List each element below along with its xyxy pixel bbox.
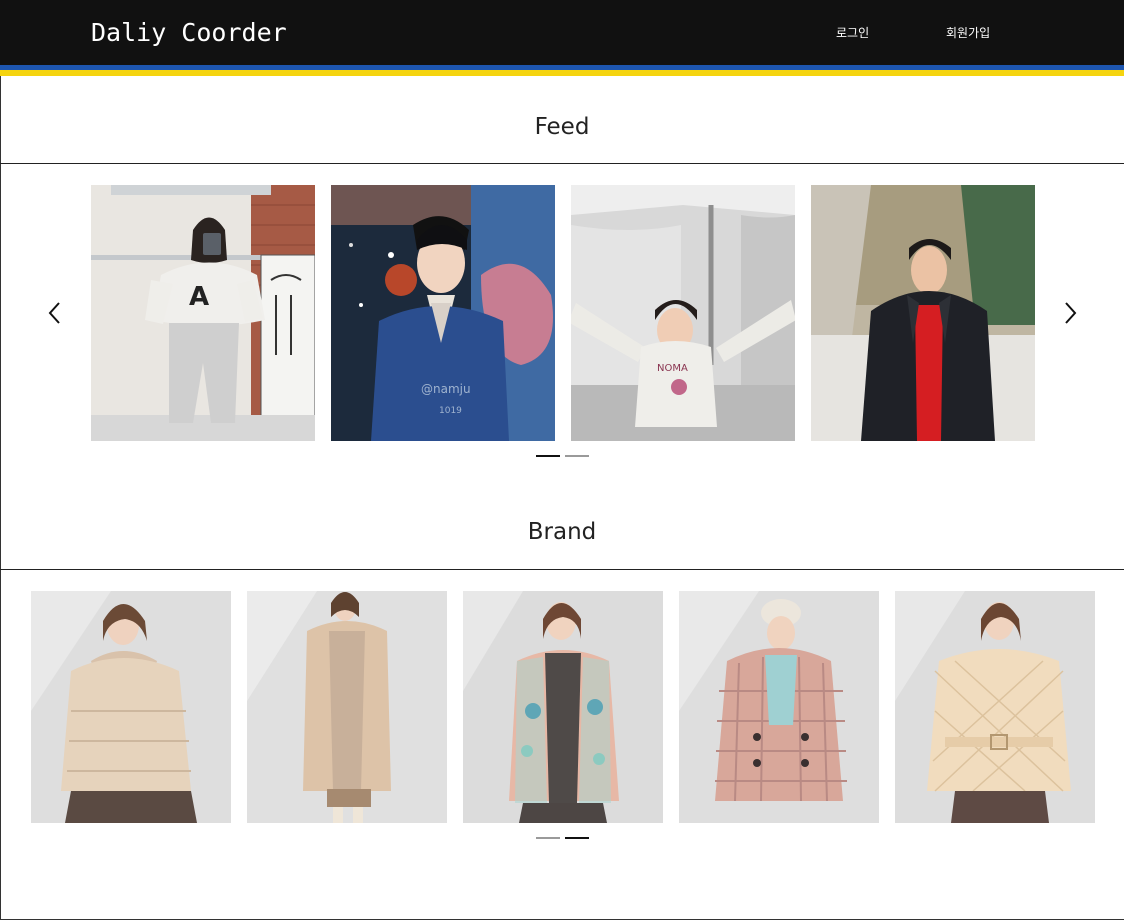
beige-long-parka-photo: [247, 591, 447, 823]
signup-link[interactable]: 회원가입: [946, 24, 990, 41]
floral-cardigan-photo: [463, 591, 663, 823]
brand-photo-5[interactable]: [895, 591, 1095, 823]
brand-divider: [0, 569, 1124, 570]
feed-dot-1[interactable]: [536, 455, 560, 457]
man-black-parka-photo: [811, 185, 1035, 441]
woman-white-hoodie-photo: A: [91, 185, 315, 441]
feed-photo-1[interactable]: A: [91, 185, 315, 441]
feed-divider: [0, 163, 1124, 164]
photo-watermark-number: 1019: [439, 406, 462, 416]
feed-next-button[interactable]: [1058, 300, 1082, 326]
man-navy-jacket-photo: @namju 1019: [331, 185, 555, 441]
feed-photo-2[interactable]: @namju 1019: [331, 185, 555, 441]
feed-dot-2[interactable]: [565, 455, 589, 457]
brand-photo-3[interactable]: [463, 591, 663, 823]
brand-title: Brand: [527, 519, 597, 545]
woman-arms-up-photo: NOMA: [571, 185, 795, 441]
brand-photo-1[interactable]: [31, 591, 231, 823]
chevron-left-icon: [48, 302, 60, 324]
feed-photo-4[interactable]: [811, 185, 1035, 441]
brand-dot-2[interactable]: [565, 837, 589, 839]
brand-dot-1[interactable]: [536, 837, 560, 839]
header-stripe-yellow: [0, 70, 1124, 76]
brand-pagination: [536, 837, 589, 839]
login-link[interactable]: 로그인: [836, 24, 869, 41]
site-logo[interactable]: Daliy Coorder: [91, 18, 287, 47]
quilted-jacket-photo: [895, 591, 1095, 823]
chevron-right-icon: [1065, 302, 1077, 324]
beige-puffer-jacket-photo: [31, 591, 231, 823]
brand-photo-4[interactable]: [679, 591, 879, 823]
plaid-coat-photo: [679, 591, 879, 823]
feed-photo-3[interactable]: NOMA: [571, 185, 795, 441]
site-header: Daliy Coorder 로그인 회원가입: [0, 0, 1124, 76]
brand-photo-2[interactable]: [247, 591, 447, 823]
svg-text:NOMA: NOMA: [657, 363, 688, 374]
feed-pagination: [536, 455, 589, 457]
feed-prev-button[interactable]: [43, 300, 67, 326]
svg-text:A: A: [189, 282, 209, 312]
feed-title: Feed: [534, 114, 590, 140]
photo-watermark-handle: @namju: [421, 382, 471, 396]
